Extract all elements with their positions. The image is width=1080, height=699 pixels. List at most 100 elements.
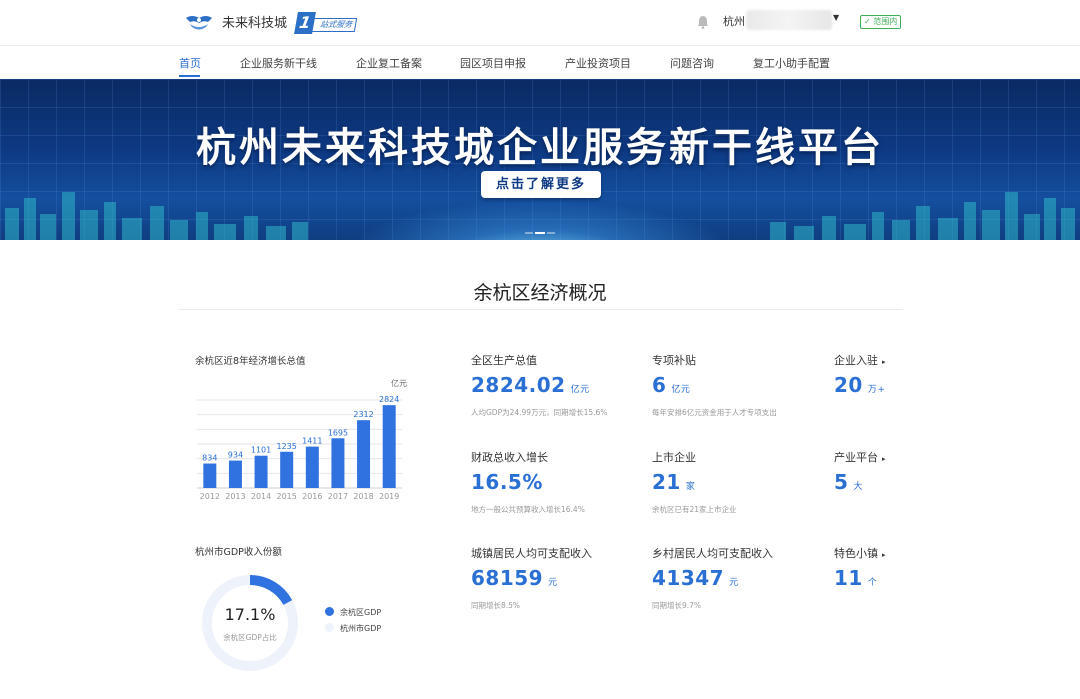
user-account-blurred[interactable] — [746, 10, 832, 30]
site-name[interactable]: 未来科技城 — [222, 12, 287, 31]
legend-label-hangzhou: 杭州市GDP — [340, 624, 382, 633]
stat-label-listed: 上市企业 — [652, 451, 696, 464]
stat-unit-listed: 家 — [685, 482, 696, 492]
stat-value-revenue: 16.5% — [471, 470, 543, 494]
chart-x-tick-label: 2019 — [379, 492, 399, 501]
stat-link-towns[interactable]: 特色小镇 ▸ — [834, 545, 886, 561]
stat-number-gdp: 2824.02 — [471, 373, 566, 397]
nav-consulting[interactable]: 问题咨询 — [670, 55, 714, 71]
city-selector[interactable]: 杭州 — [723, 13, 745, 29]
chart-bar-2017 — [331, 438, 345, 488]
chart-x-tick-label: 2013 — [225, 492, 245, 501]
arrow-right-icon: ▸ — [882, 358, 886, 366]
bell-icon[interactable] — [697, 15, 709, 29]
stat-value-towns: 11 个 — [834, 566, 877, 590]
hero-banner[interactable]: 杭州未来科技城企业服务新干线平台 点击了解更多 — [0, 79, 1080, 240]
stat-label-platform: 产业平台 — [834, 451, 878, 464]
arrow-right-icon: ▸ — [882, 455, 886, 463]
legend-item-yuhang: 余杭区GDP — [325, 607, 381, 618]
stat-value-listed: 21 家 — [652, 470, 695, 494]
donut-center-value: 17.1% — [224, 605, 276, 624]
chart-x-tick-label: 2015 — [277, 492, 297, 501]
legend-dot-yuhang — [325, 607, 334, 616]
stat-label-rural-income: 乡村居民人均可支配收入 — [652, 547, 773, 560]
stat-number-revenue: 16.5% — [471, 470, 543, 494]
chart-data-label: 834 — [202, 454, 217, 463]
stat-label-towns: 特色小镇 — [834, 547, 878, 560]
stat-value-platform: 5大 — [834, 470, 863, 494]
nav-park-project[interactable]: 园区项目申报 — [460, 55, 526, 71]
nav-home[interactable]: 首页 — [179, 55, 201, 71]
carousel-indicators — [525, 232, 555, 235]
stat-note-gdp: 人均GDP为24.99万元，同期增长15.6% — [471, 408, 608, 417]
chart-x-tick-label: 2016 — [302, 492, 322, 501]
stat-note-rural-income: 同期增长9.7% — [652, 601, 702, 610]
arrow-right-icon: ▸ — [882, 551, 886, 559]
main-nav: 首页 企业服务新干线 企业复工备案 园区项目申报 产业投资项目 问题咨询 复工小… — [0, 47, 1080, 78]
range-status-badge: ✓ 范围内 — [860, 15, 902, 29]
stat-note-listed: 余杭区已有21家上市企业 — [652, 505, 737, 514]
stat-number-rural-income: 41347 — [652, 566, 725, 590]
chart-data-label: 2312 — [353, 410, 373, 419]
donut-slice-yuhang — [249, 575, 293, 606]
nav-enterprise-service[interactable]: 企业服务新干线 — [240, 55, 317, 71]
stat-label-revenue: 财政总收入增长 — [471, 451, 548, 464]
carousel-dot-active[interactable] — [535, 232, 545, 234]
chart-bar-2013 — [228, 460, 242, 488]
stat-value-urban-income: 68159 元 — [471, 566, 558, 590]
carousel-dot[interactable] — [525, 232, 533, 234]
stat-value-gdp: 2824.02 亿元 — [471, 373, 590, 397]
logo-icon[interactable] — [184, 12, 214, 32]
chart-bar-2012 — [203, 463, 217, 488]
legend-label-yuhang: 余杭区GDP — [340, 608, 382, 617]
legend-dot-hangzhou — [325, 623, 334, 632]
nav-investment-project[interactable]: 产业投资项目 — [565, 55, 631, 71]
chart-bar-2015 — [280, 451, 294, 488]
donut-center-caption: 余杭区GDP占比 — [223, 633, 277, 642]
banner-title: 杭州未来科技城企业服务新干线平台 — [196, 125, 884, 171]
stat-label-subsidy: 专项补贴 — [652, 354, 696, 367]
stat-number-urban-income: 68159 — [471, 566, 544, 590]
chart-bar-2019 — [382, 405, 396, 488]
one-stop-badge[interactable]: 站式服务 1 — [294, 12, 358, 34]
chart-bar-2016 — [305, 446, 319, 488]
section-divider — [179, 309, 903, 310]
stat-label-urban-income: 城镇居民人均可支配收入 — [471, 547, 592, 560]
stat-unit-towns: 个 — [867, 578, 878, 588]
banner-buildings-left — [5, 192, 308, 240]
stat-unit-enterprises: 万+ — [867, 385, 886, 395]
bar-chart-unit: 亿元 — [391, 379, 407, 388]
stat-note-revenue: 地方一般公共预算收入增长16.4% — [471, 505, 585, 514]
chart-x-tick-label: 2012 — [200, 492, 220, 501]
legend-item-hangzhou: 杭州市GDP — [325, 623, 381, 634]
stat-unit-rural-income: 元 — [729, 578, 739, 588]
chart-data-label: 1101 — [251, 446, 271, 455]
caret-down-icon[interactable]: ▼ — [833, 13, 839, 22]
bar-chart-title: 余杭区近8年经济增长总值 — [195, 356, 306, 367]
chart-bar-2018 — [357, 420, 371, 488]
section-title: 余杭区经济概况 — [473, 282, 607, 304]
banner-buildings-right — [770, 192, 1075, 240]
stat-link-platform[interactable]: 产业平台 ▸ — [834, 449, 886, 465]
stat-number-subsidy: 6 — [652, 373, 667, 397]
nav-resumption-filing[interactable]: 企业复工备案 — [356, 55, 422, 71]
stat-unit-gdp: 亿元 — [570, 385, 590, 395]
chart-data-label: 1235 — [277, 442, 297, 451]
stat-number-platform: 5 — [834, 470, 849, 494]
chart-x-tick-label: 2018 — [353, 492, 373, 501]
stat-number-enterprises: 20 — [834, 373, 863, 397]
stat-link-enterprises[interactable]: 企业入驻 ▸ — [834, 352, 886, 368]
stat-note-urban-income: 同期增长8.5% — [471, 601, 521, 610]
gdp-growth-bar-chart: 834 2012 934 2013 1101 2014 1235 2015 1411 2016 16… — [197, 395, 402, 501]
stat-unit-subsidy: 亿元 — [671, 385, 691, 395]
nav-active-underline — [179, 75, 200, 77]
stat-value-enterprises: 20 万+ — [834, 373, 885, 397]
stat-unit-urban-income: 元 — [548, 578, 558, 588]
chart-data-label: 1695 — [328, 428, 348, 437]
carousel-dot[interactable] — [547, 232, 555, 234]
stat-value-subsidy: 6 亿元 — [652, 373, 690, 397]
stat-note-subsidy: 每年安排6亿元资金用于人才专项支出 — [652, 408, 777, 417]
learn-more-button[interactable]: 点击了解更多 — [481, 171, 601, 198]
stat-label-enterprises: 企业入驻 — [834, 354, 878, 367]
nav-assistant-config[interactable]: 复工小助手配置 — [753, 55, 830, 71]
